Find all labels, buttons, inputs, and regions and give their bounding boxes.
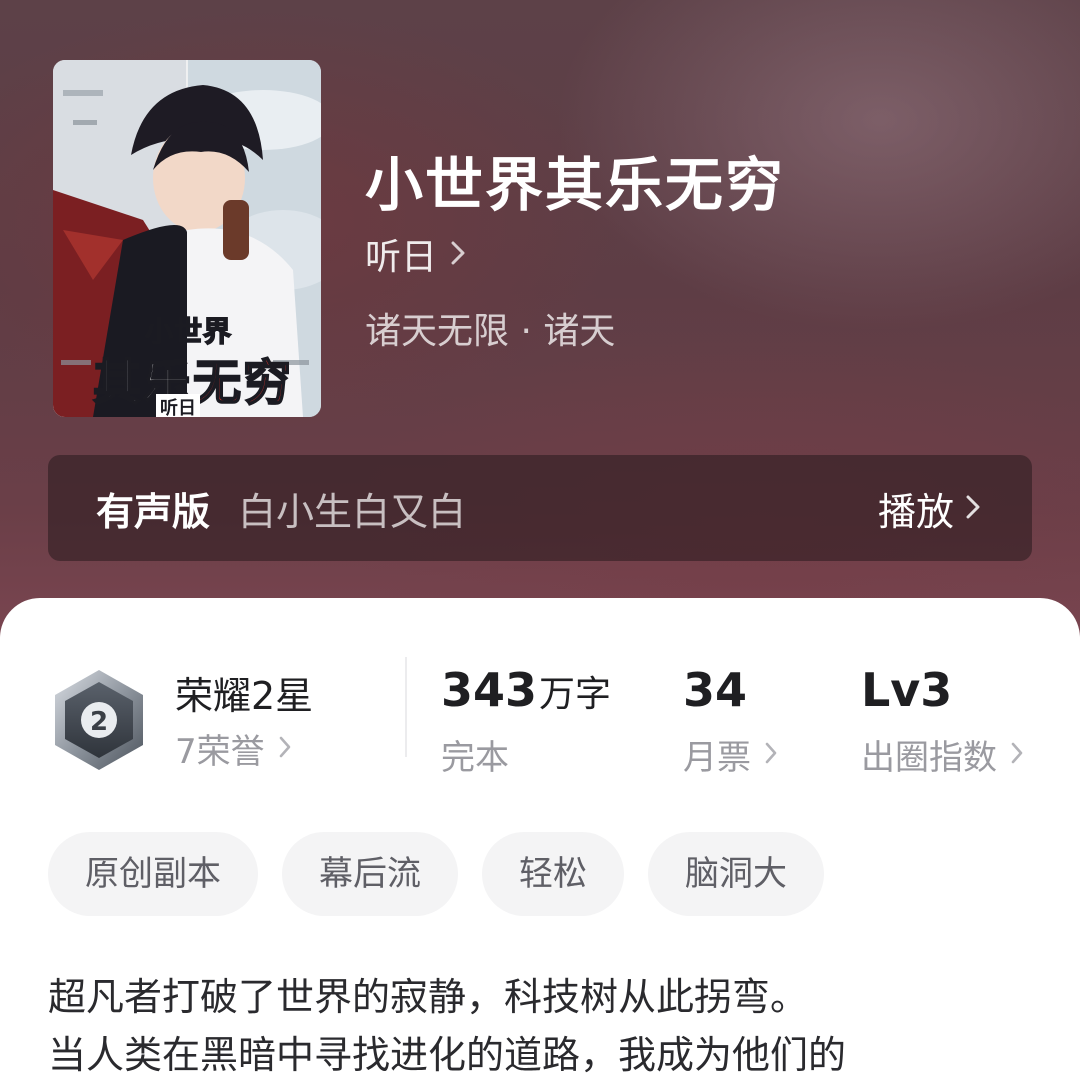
cover-author: 听日: [156, 394, 200, 417]
honor-count: 7荣誉: [175, 732, 265, 772]
tag-chip[interactable]: 幕后流: [282, 832, 458, 916]
cover-title-line2-b: 无穷: [192, 354, 294, 412]
author-name: 听日: [365, 237, 438, 278]
play-label: 播放: [877, 489, 954, 534]
monthly-tickets-link[interactable]: 月票: [683, 730, 777, 779]
book-description[interactable]: 超凡者打破了世界的寂静，科技树从此拐弯。 当人类在黑暗中寻找进化的道路，我成为他…: [48, 968, 1048, 1084]
chevron-right-icon: [1011, 737, 1023, 772]
honor-medal-icon[interactable]: 2: [51, 668, 147, 776]
book-header: 小世界 其乐无穷 听日 小世界其乐无穷 听日 诸天无限 · 诸天 有声版 白小生…: [0, 0, 1080, 640]
word-count-value: 343: [441, 663, 538, 717]
completion-status: 完本: [441, 738, 509, 778]
description-line: 超凡者打破了世界的寂静，科技树从此拐弯。: [48, 975, 809, 1019]
book-genre: 诸天无限 · 诸天: [365, 311, 616, 352]
honor-title: 荣耀2星: [175, 674, 314, 718]
audio-narrator: 白小生白又白: [238, 489, 467, 534]
chevron-right-icon: [279, 731, 291, 766]
book-title: 小世界其乐无穷: [365, 151, 786, 219]
chevron-right-icon: [451, 234, 465, 274]
audio-label: 有声版: [96, 489, 211, 534]
author-link[interactable]: 听日: [365, 230, 465, 278]
audio-version-bar[interactable]: 有声版 白小生白又白 播放: [48, 455, 1032, 561]
medal-number: 2: [90, 707, 108, 737]
tag-chip[interactable]: 脑洞大: [648, 832, 824, 916]
chevron-right-icon: [765, 737, 777, 772]
book-cover[interactable]: 小世界 其乐无穷 听日: [53, 60, 321, 417]
description-line: 当人类在黑暗中寻找进化的道路，我成为他们的: [48, 1033, 847, 1077]
tag-chip[interactable]: 轻松: [482, 832, 624, 916]
chevron-right-icon: [966, 488, 980, 528]
honor-link[interactable]: 7荣誉: [175, 724, 291, 773]
word-count: 343万字: [441, 663, 611, 717]
tag-chip[interactable]: 原创副本: [48, 832, 258, 916]
influence-index-link[interactable]: 出圈指数: [861, 730, 1023, 779]
tag-list: 原创副本 幕后流 轻松 脑洞大: [48, 832, 848, 916]
influence-index-label: 出圈指数: [861, 738, 997, 778]
monthly-tickets-label: 月票: [683, 738, 751, 778]
play-button[interactable]: 播放: [878, 481, 980, 536]
word-count-unit: 万字: [539, 674, 612, 715]
stats-divider: [405, 657, 407, 757]
monthly-tickets-value: 34: [683, 663, 748, 717]
influence-level-value: Lv3: [861, 663, 953, 717]
